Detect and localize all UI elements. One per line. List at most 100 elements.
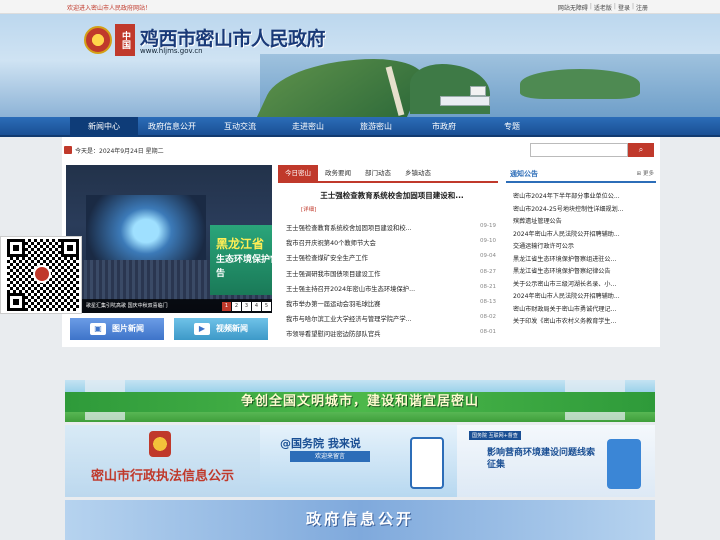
news-tabs: 今日密山 政务要闻 部门动态 乡镇动态 [278,165,498,183]
elderly-mode-link[interactable]: 适老版 [594,3,612,12]
accessibility-link[interactable]: 网站无障碍 [558,3,588,12]
divider: | [589,3,592,10]
list-item[interactable]: 密山市2024-25号地块控制性详细规划... [508,204,656,217]
news-title[interactable]: 我市召开庆祝第40个教师节大会 [286,238,466,253]
list-item[interactable]: 密山市财政局关于密山市勇诚代理记... [508,304,656,317]
video-news-button[interactable]: ▶ 视频新闻 [174,318,268,340]
qr-finder [61,239,79,257]
list-item[interactable]: 我市举办第一届运动会羽毛球比赛 08-13 [286,299,496,314]
picture-news-button[interactable]: ▣ 图片新闻 [70,318,164,340]
nav-item-tourism[interactable]: 旅游密山 [342,117,410,137]
qr-finder [7,239,25,257]
nav-item-about-mishan[interactable]: 走进密山 [274,117,342,137]
notice-header: 通知公告 ⊞ 更多 [506,165,656,183]
welcome-text: 欢迎进入密山市人民政府网站！ [67,5,152,12]
news-slideshow[interactable]: 黑龙江省 生态环境保护督察组进驻公告 [66,165,272,313]
slide-pager: 1 2 3 4 5 [222,302,271,311]
list-item[interactable]: 王士强主持召开2024年密山市生态环境保护... 08-21 [286,284,496,299]
news-title[interactable]: 王士强检查教育系统校舍加固项目建设和校... [286,223,466,238]
list-item[interactable]: 2024年密山市人民法院公开招聘辅助... [508,229,656,242]
list-item[interactable]: 2024年密山市人民法院公开招聘辅助... [508,291,656,304]
nav-item-interaction[interactable]: 互动交流 [206,117,274,137]
gov-info-banner[interactable]: 政府信息公开 [65,500,655,540]
news-title[interactable]: 王士强调研我市国债项目建设工作 [286,269,466,284]
news-title[interactable]: 王士强检查煤矿安全生产工作 [286,253,466,268]
list-item[interactable]: 我市召开庆祝第40个教师节大会 09-10 [286,238,496,253]
headline-link[interactable]: 王士强检查教育系统校舍加固项目建设和... [292,190,492,201]
news-date: 08-27 [480,268,496,275]
divider: | [631,3,634,10]
list-item[interactable]: 关于公示密山市三级河湖长名录、小... [508,279,656,292]
business-environment-banner[interactable]: 国务院 互联网+督查 影响营商环境建设问题线索征集 [457,425,655,497]
search-button[interactable]: ⌕ [628,143,654,157]
slide-sign-text: 黑龙江省 生态环境保护督察组进驻公告 [216,235,272,281]
procuratorate-emblem-icon [149,431,171,457]
news-title[interactable]: 我市举办第一届运动会羽毛球比赛 [286,299,466,314]
slide-page-button[interactable]: 1 [222,302,231,311]
china-badge: 中国 [115,24,135,56]
slide-sign-title: 黑龙江省 [216,237,265,251]
slide-page-button[interactable]: 3 [242,302,251,311]
tab-gov-news[interactable]: 政务要闻 [318,165,358,181]
list-item[interactable]: 王士强检查煤矿安全生产工作 09-04 [286,253,496,268]
qr-finder [7,293,25,311]
video-news-label: 视频新闻 [216,324,248,333]
qr-code[interactable] [0,236,82,314]
list-item[interactable]: 王士强检查教育系统校舍加固项目建设和校... 09-19 [286,223,496,238]
state-council-subtext: 欢迎来留言 [290,451,370,462]
banner-landscape [440,96,490,106]
search-icon: ⌕ [638,145,644,154]
law-enforcement-text: 密山市行政执法信息公示 [90,469,234,484]
login-link[interactable]: 登录 [618,3,630,12]
calendar-icon [64,146,72,154]
news-title[interactable]: 我市与哈尔滨工业大学经济与管理学院产学... [286,314,466,329]
nav-item-city-gov[interactable]: 市政府 [410,117,478,137]
banner-landscape [520,69,640,99]
video-camera-icon: ▶ [194,322,210,335]
list-item[interactable]: 殡葬遗址管理公告 [508,216,656,229]
list-item[interactable]: 关于印发《密山市农村义务教育学生... [508,316,656,329]
news-title[interactable]: 王士强主持召开2024年密山市生态环境保护... [286,284,466,299]
slide-page-button[interactable]: 4 [252,302,261,311]
slide-page-button[interactable]: 2 [232,302,241,311]
tab-dept-news[interactable]: 部门动态 [358,165,398,181]
news-date: 08-02 [480,314,496,321]
list-item[interactable]: 黑龙江省生态环境保护督察纪律公告 [508,266,656,279]
business-text: 影响营商环境建设问题线索征集 [487,448,596,470]
list-item[interactable]: 黑龙江省生态环境保护督察组进驻公... [508,254,656,267]
list-item[interactable]: 交通运输行政许可公示 [508,241,656,254]
news-date: 09-10 [480,238,496,245]
list-item[interactable]: 市领导看望慰问驻密边防部队官兵 08-01 [286,329,496,344]
picture-icon: ▣ [90,322,106,335]
slide-page-button[interactable]: 5 [262,302,271,311]
news-date: 08-13 [480,298,496,305]
tab-today-mishan[interactable]: 今日密山 [278,165,318,181]
more-link[interactable]: ⊞ 更多 [637,169,654,177]
state-council-banner[interactable]: @国务院 我来说 欢迎来留言 [260,425,457,497]
nav-item-topics[interactable]: 专题 [478,117,546,137]
main-nav: 新闻中心 政府信息公开 互动交流 走进密山 旅游密山 市政府 专题 [0,117,720,137]
news-date: 08-21 [480,283,496,290]
register-link[interactable]: 注册 [636,3,648,12]
list-item[interactable]: 我市与哈尔滨工业大学经济与管理学院产学... 08-02 [286,314,496,329]
civic-city-banner[interactable]: 争创全国文明城市，建设和谐宜居密山 [65,380,655,422]
list-item[interactable]: 王士强调研我市国债项目建设工作 08-27 [286,269,496,284]
nav-item-gov-info[interactable]: 政府信息公开 [138,117,206,137]
news-list: 王士强检查教育系统校舍加固项目建设和校... 09-19 我市召开庆祝第40个教师… [286,223,496,345]
news-date: 09-19 [480,223,496,229]
law-enforcement-banner[interactable]: 密山市行政执法信息公示 [65,425,260,497]
search-input[interactable] [530,143,628,157]
list-item[interactable]: 密山市2024年下半年部分事业单位公... [508,191,656,204]
state-council-text: @国务院 我来说 [280,437,361,450]
civic-city-text: 争创全国文明城市，建设和谐宜居密山 [240,394,479,409]
news-title[interactable]: 市领导看望慰问驻密边防部队官兵 [286,329,466,344]
phone-icon [410,437,444,489]
date-bar: 今天是：2024年9月24日 星期二 [64,143,164,157]
notice-list: 密山市2024年下半年部分事业单位公... 密山市2024-25号地块控制性详细… [508,191,656,329]
banner-tag: 国务院 互联网+督查 [469,431,521,440]
tab-town-news[interactable]: 乡镇动态 [398,165,438,181]
nav-item-news-center[interactable]: 新闻中心 [70,117,138,137]
slide-sign-subtitle: 生态环境保护督察组进驻公告 [216,255,272,279]
detail-link[interactable]: [详细] [301,205,316,213]
news-date: 08-01 [480,329,496,336]
